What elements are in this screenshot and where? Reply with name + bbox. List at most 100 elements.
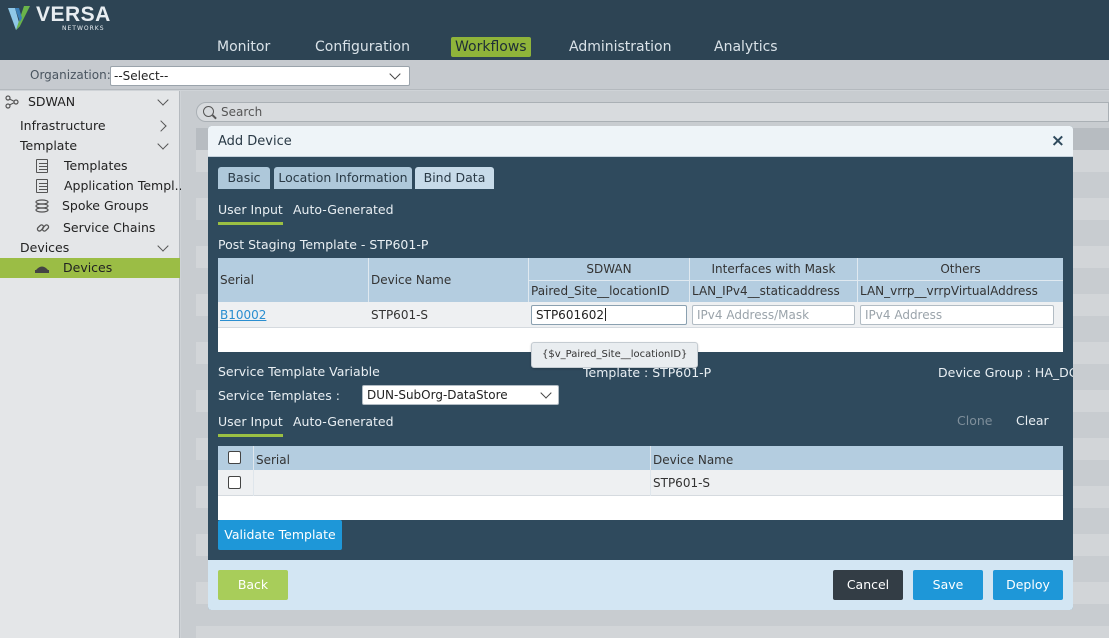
document-icon: [36, 159, 48, 173]
organization-select[interactable]: --Select--: [110, 66, 410, 86]
back-button[interactable]: Back: [218, 570, 288, 600]
service-templates-value: DUN-SubOrg-DataStore: [367, 388, 508, 402]
sidebar-item-template[interactable]: Template: [0, 136, 180, 156]
table-row: [196, 626, 1109, 638]
service-templates-select[interactable]: DUN-SubOrg-DataStore: [362, 385, 559, 405]
sidebar-item-templates[interactable]: Templates: [0, 156, 180, 176]
close-icon[interactable]: ×: [1051, 132, 1065, 150]
serial-link[interactable]: B10002: [220, 308, 266, 322]
nav-workflows[interactable]: Workflows: [451, 37, 531, 57]
chevron-down-icon: [540, 387, 552, 399]
versa-logo[interactable]: VERSA NETWORKS: [6, 4, 111, 34]
nav-monitor[interactable]: Monitor: [213, 37, 274, 57]
organization-select-value: --Select--: [114, 69, 169, 83]
table-row: STP601-S: [218, 470, 1063, 496]
sidebar-item-label: Devices: [63, 260, 113, 275]
paired-site-location-id-input[interactable]: STP601602: [531, 305, 687, 325]
chevron-down-icon: [157, 138, 169, 150]
stack-icon: [34, 199, 50, 213]
subtab-user-input[interactable]: User Input: [218, 202, 283, 225]
deploy-button[interactable]: Deploy: [993, 570, 1063, 600]
document-icon: [36, 179, 48, 193]
save-button[interactable]: Save: [913, 570, 983, 600]
lan-vrrp-address-input[interactable]: IPv4 Address: [860, 305, 1054, 325]
sidebar-item-service-chains[interactable]: Service Chains: [0, 218, 180, 238]
sidebar-item-label: Devices: [20, 240, 70, 255]
brand-sub: NETWORKS: [62, 25, 105, 32]
column-header-device-name: Device Name: [653, 453, 734, 467]
sidebar-item-label: Application Templ...: [64, 178, 187, 193]
sidebar-item-devices-group[interactable]: Devices: [0, 238, 180, 258]
nav-configuration[interactable]: Configuration: [311, 37, 414, 57]
table-header: Serial Device Name: [218, 446, 1063, 470]
subtab-user-input-2[interactable]: User Input: [218, 414, 283, 437]
service-templates-label: Service Templates :: [218, 388, 340, 403]
cancel-button[interactable]: Cancel: [833, 570, 903, 600]
nav-administration[interactable]: Administration: [565, 37, 675, 57]
chevron-right-icon: [155, 120, 167, 132]
row-checkbox[interactable]: [228, 476, 241, 489]
column-header-serial: Serial: [256, 453, 290, 467]
select-all-checkbox[interactable]: [228, 451, 241, 464]
template-label: Template : STP601-P: [583, 365, 712, 380]
sidebar-item-label: Service Chains: [63, 220, 156, 235]
sidebar-item-devices[interactable]: Devices: [0, 258, 180, 278]
nav-analytics[interactable]: Analytics: [710, 37, 782, 57]
modal-footer: Back Cancel Save Deploy: [208, 560, 1073, 610]
search-input[interactable]: Search: [196, 102, 1109, 122]
search-placeholder: Search: [221, 105, 263, 119]
device-name-cell: STP601-S: [371, 308, 429, 322]
paired-site-location-id-value: STP601602: [536, 308, 604, 322]
search-icon: [203, 106, 214, 117]
sidebar-item-spoke-groups[interactable]: Spoke Groups: [0, 196, 180, 216]
column-header-serial: Serial: [220, 273, 254, 287]
sidebar-item-label: Template: [20, 138, 78, 153]
service-template-variable-label: Service Template Variable: [218, 364, 380, 379]
sidebar-item-label: Spoke Groups: [62, 198, 149, 213]
link-icon: [36, 221, 52, 235]
post-staging-template-label: Post Staging Template - STP601-P: [218, 237, 429, 252]
clone-button[interactable]: Clone: [957, 413, 992, 428]
clear-button[interactable]: Clear: [1016, 413, 1049, 428]
sidebar-item-label: Infrastructure: [20, 118, 106, 133]
column-group-others: Others: [940, 262, 981, 276]
device-icon: [34, 261, 50, 275]
tab-basic[interactable]: Basic: [218, 167, 270, 189]
table-row: B10002 STP601-S STP601602 IPv4 Address/M…: [218, 302, 1063, 328]
sidebar-item-application-templates[interactable]: Application Templ...: [0, 176, 187, 196]
subtab-auto-generated[interactable]: Auto-Generated: [293, 202, 394, 218]
tab-location-information[interactable]: Location Information: [274, 167, 412, 189]
column-header-lan-ipv4: LAN_IPv4__staticaddress: [692, 284, 840, 298]
subtab-auto-generated-2[interactable]: Auto-Generated: [293, 414, 394, 430]
tab-bind-data[interactable]: Bind Data: [415, 167, 494, 189]
organization-bar: Organization: --Select--: [0, 60, 1109, 90]
column-header-device-name: Device Name: [371, 273, 452, 287]
device-group-label: Device Group : HA_DG: [938, 365, 1073, 380]
chevron-down-icon: [157, 94, 169, 106]
sidebar: SDWAN Infrastructure Template Templates …: [0, 91, 187, 638]
column-group-sdwan: SDWAN: [586, 262, 632, 276]
table-header: Serial Device Name SDWAN Paired_Site__lo…: [218, 258, 1063, 302]
organization-label: Organization:: [30, 68, 111, 82]
sidebar-section-sdwan[interactable]: SDWAN: [0, 92, 180, 112]
brand-name: VERSA: [36, 3, 111, 26]
validate-template-button[interactable]: Validate Template: [218, 520, 342, 550]
versa-logo-icon: [6, 4, 32, 32]
network-icon: [4, 95, 20, 109]
modal-header: Add Device ×: [208, 126, 1073, 157]
column-header-lan-vrrp: LAN_vrrp__vrrpVirtualAddress: [860, 284, 1038, 298]
chevron-down-icon: [389, 68, 401, 80]
column-group-interfaces: Interfaces with Mask: [711, 262, 836, 276]
sidebar-item-infrastructure[interactable]: Infrastructure: [0, 116, 180, 136]
device-name-cell: STP601-S: [653, 476, 711, 490]
sidebar-section-label: SDWAN: [28, 94, 76, 109]
text-cursor: [605, 308, 606, 321]
chevron-down-icon: [157, 240, 169, 252]
bind-data-table: Serial Device Name SDWAN Paired_Site__lo…: [218, 258, 1063, 352]
modal-title: Add Device: [218, 134, 292, 149]
column-header-paired-site: Paired_Site__locationID: [531, 284, 670, 298]
top-navigation-bar: VERSA NETWORKS Monitor Configuration Wor…: [0, 0, 1109, 60]
sidebar-item-label: Templates: [64, 158, 128, 173]
lan-ipv4-address-input[interactable]: IPv4 Address/Mask: [692, 305, 855, 325]
service-template-table: Serial Device Name STP601-S: [218, 446, 1063, 520]
